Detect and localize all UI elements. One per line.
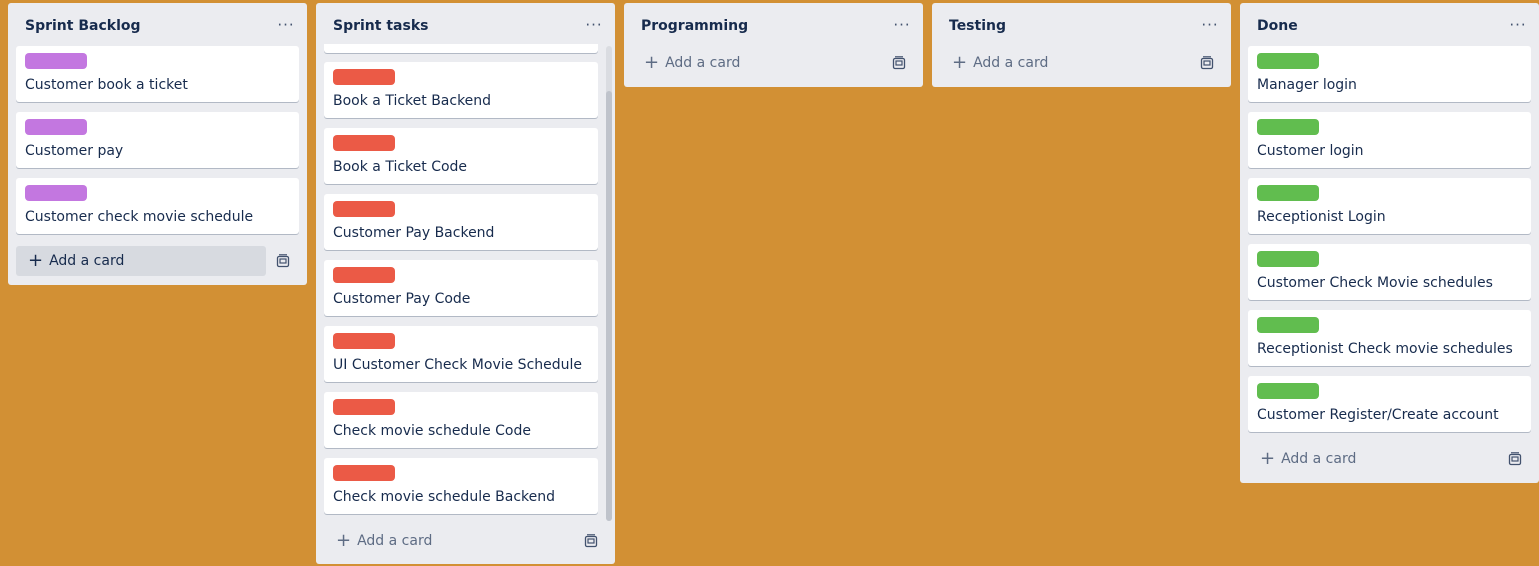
add-card-button[interactable]: + Add a card — [324, 526, 574, 556]
card-label[interactable] — [25, 119, 87, 135]
card[interactable]: Book a Ticket Code — [324, 128, 598, 184]
card[interactable]: Customer Check Movie schedules — [1248, 244, 1531, 300]
add-card-row: + Add a card — [16, 246, 299, 276]
card-title: Receptionist Login — [1257, 209, 1386, 225]
card[interactable]: Check movie schedule Code — [324, 392, 598, 448]
card-label[interactable] — [1257, 383, 1319, 399]
card-title: Customer Pay Backend — [333, 225, 495, 241]
list-title[interactable]: Sprint Backlog — [25, 18, 141, 34]
scrollbar-thumb[interactable] — [606, 91, 612, 521]
card-template-icon[interactable] — [1507, 451, 1523, 467]
card-template-icon[interactable] — [891, 55, 907, 71]
add-card-label: Add a card — [665, 55, 741, 71]
card[interactable]: Customer Pay Code — [324, 260, 598, 316]
card[interactable]: Book a Ticket Backend — [324, 62, 598, 118]
card-label[interactable] — [25, 185, 87, 201]
add-card-row: + Add a card — [632, 48, 915, 78]
card[interactable]: Customer Pay Backend — [324, 194, 598, 250]
card-title: Check movie schedule Backend — [333, 489, 556, 505]
card-label[interactable] — [25, 53, 87, 69]
card-label[interactable] — [333, 135, 395, 151]
card[interactable]: Customer pay — [16, 112, 299, 168]
add-card-row: + Add a card — [324, 526, 607, 556]
list-done: Done ··· Manager login Customer login Re… — [1240, 3, 1539, 483]
card-title: Customer Pay Code — [333, 291, 471, 307]
card-title: Book a Ticket Backend — [333, 93, 492, 109]
list-sprint-backlog: Sprint Backlog ··· Customer book a ticke… — [8, 3, 307, 285]
card[interactable]: Customer book a ticket — [16, 46, 299, 102]
card-label[interactable] — [1257, 251, 1319, 267]
card-label[interactable] — [1257, 185, 1319, 201]
more-horizontal-icon[interactable]: ··· — [891, 14, 913, 36]
plus-icon: + — [336, 530, 352, 551]
card-label[interactable] — [333, 201, 395, 217]
card[interactable]: UI Customer Check Movie Schedule — [324, 326, 598, 382]
card-title: Receptionist Check movie schedules — [1257, 341, 1513, 357]
list-programming: Programming ··· + Add a card — [624, 3, 923, 87]
card-title: Book a Ticket Code — [333, 159, 468, 175]
add-card-row: + Add a card — [1248, 444, 1531, 474]
card-label[interactable] — [1257, 317, 1319, 333]
card-title: Customer login — [1257, 143, 1364, 159]
list-sprint-tasks: Sprint tasks ··· Book a Ticket Backend B… — [316, 3, 615, 564]
card-label[interactable] — [333, 267, 395, 283]
card-title: Customer pay — [25, 143, 124, 159]
add-card-label: Add a card — [1281, 451, 1357, 467]
list-title[interactable]: Sprint tasks — [333, 18, 428, 34]
card[interactable]: Customer login — [1248, 112, 1531, 168]
card-template-icon[interactable] — [275, 253, 291, 269]
add-card-button[interactable]: + Add a card — [1248, 444, 1498, 474]
card-label[interactable] — [333, 333, 395, 349]
more-horizontal-icon[interactable]: ··· — [1199, 14, 1221, 36]
card-template-icon[interactable] — [1199, 55, 1215, 71]
card-title: Check movie schedule Code — [333, 423, 531, 439]
add-card-button[interactable]: + Add a card — [16, 246, 266, 276]
plus-icon: + — [952, 52, 968, 73]
plus-icon: + — [644, 52, 660, 73]
card-label[interactable] — [333, 69, 395, 85]
list-title[interactable]: Done — [1257, 18, 1298, 34]
add-card-row: + Add a card — [940, 48, 1223, 78]
plus-icon: + — [1260, 448, 1276, 469]
card-label[interactable] — [1257, 53, 1319, 69]
card-list-scroll-area: Book a Ticket Backend Book a Ticket Code… — [316, 44, 615, 519]
card-title: Customer Check Movie schedules — [1257, 275, 1493, 291]
list-title[interactable]: Programming — [641, 18, 748, 34]
add-card-label: Add a card — [49, 253, 125, 269]
card-title: Customer Register/Create account — [1257, 407, 1499, 423]
list-title[interactable]: Testing — [949, 18, 1006, 34]
add-card-label: Add a card — [357, 533, 433, 549]
card-label[interactable] — [333, 399, 395, 415]
card[interactable]: Manager login — [1248, 46, 1531, 102]
card-title: Customer book a ticket — [25, 77, 188, 93]
plus-icon: + — [28, 250, 44, 271]
card[interactable]: Customer check movie schedule — [16, 178, 299, 234]
card[interactable]: Receptionist Login — [1248, 178, 1531, 234]
card[interactable]: Check movie schedule Backend — [324, 458, 598, 514]
card-title: UI Customer Check Movie Schedule — [333, 357, 583, 373]
card[interactable]: Customer Register/Create account — [1248, 376, 1531, 432]
add-card-button[interactable]: + Add a card — [632, 48, 882, 78]
card-label[interactable] — [333, 465, 395, 481]
list-testing: Testing ··· + Add a card — [932, 3, 1231, 87]
card-template-icon[interactable] — [583, 533, 599, 549]
card-title: Customer check movie schedule — [25, 209, 254, 225]
scrollbar[interactable] — [606, 46, 612, 521]
more-horizontal-icon[interactable]: ··· — [583, 14, 605, 36]
card-label[interactable] — [1257, 119, 1319, 135]
card[interactable] — [324, 44, 598, 53]
more-horizontal-icon[interactable]: ··· — [275, 14, 297, 36]
add-card-button[interactable]: + Add a card — [940, 48, 1190, 78]
more-horizontal-icon[interactable]: ··· — [1507, 14, 1529, 36]
card-title: Manager login — [1257, 77, 1357, 93]
add-card-label: Add a card — [973, 55, 1049, 71]
card[interactable]: Receptionist Check movie schedules — [1248, 310, 1531, 366]
